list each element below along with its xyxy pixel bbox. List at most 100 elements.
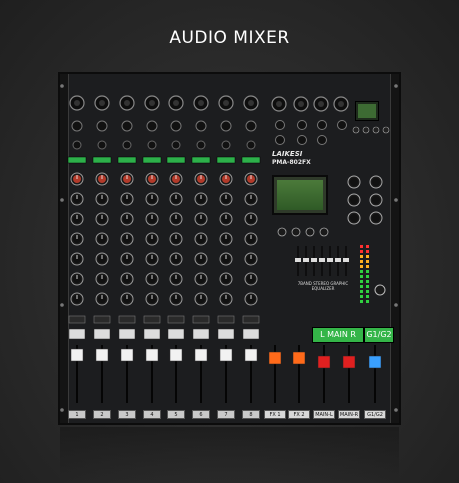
assign-button[interactable] — [217, 328, 235, 340]
assign-button[interactable] — [68, 328, 86, 340]
player-button[interactable] — [382, 126, 390, 134]
rack-screw — [394, 198, 398, 202]
insert-jack[interactable] — [171, 140, 181, 150]
mute-button[interactable] — [143, 315, 161, 324]
meter-led — [366, 300, 369, 303]
aux-jack[interactable] — [275, 135, 285, 145]
group-button[interactable]: G1/G2 — [364, 327, 394, 343]
eq-slider[interactable] — [335, 258, 341, 262]
mute-button[interactable] — [167, 315, 185, 324]
line-input-jack[interactable] — [245, 120, 257, 132]
aux-jack[interactable] — [275, 120, 285, 130]
mute-button[interactable] — [68, 315, 86, 324]
insert-jack[interactable] — [97, 140, 107, 150]
bus-fader[interactable] — [342, 355, 356, 369]
meter-led — [360, 300, 363, 303]
eq-slider[interactable] — [319, 258, 325, 262]
player-button[interactable] — [352, 126, 360, 134]
assign-button[interactable] — [93, 328, 111, 340]
insert-jack[interactable] — [196, 140, 206, 150]
bus-fader[interactable] — [268, 351, 282, 365]
line-input-jack[interactable] — [170, 120, 182, 132]
meter-led — [366, 255, 369, 258]
mute-button[interactable] — [217, 315, 235, 324]
channel-select-button[interactable] — [142, 156, 162, 164]
channel-label: 2 — [93, 410, 111, 419]
channel-select-button[interactable] — [166, 156, 186, 164]
assign-button[interactable] — [167, 328, 185, 340]
bus-fader[interactable] — [292, 351, 306, 365]
bus-label: MAIN-R — [338, 410, 360, 419]
meter-led — [366, 270, 369, 273]
assign-button[interactable] — [143, 328, 161, 340]
channel-fader[interactable] — [169, 348, 183, 362]
fx-knob[interactable] — [277, 227, 287, 237]
line-input-jack[interactable] — [71, 120, 83, 132]
master-knob-cap — [372, 214, 380, 222]
channel-fader[interactable] — [145, 348, 159, 362]
assign-button[interactable] — [242, 328, 260, 340]
line-input-jack[interactable] — [220, 120, 232, 132]
bus-fader[interactable] — [317, 355, 331, 369]
channel-select-button[interactable] — [216, 156, 236, 164]
fx-knob[interactable] — [305, 227, 315, 237]
insert-jack[interactable] — [246, 140, 256, 150]
rack-screw — [394, 303, 398, 307]
eq-slider[interactable] — [311, 258, 317, 262]
rack-screw — [60, 84, 64, 88]
fx-knob[interactable] — [319, 227, 329, 237]
insert-jack[interactable] — [221, 140, 231, 150]
channel-select-button[interactable] — [241, 156, 261, 164]
channel-select-button[interactable] — [92, 156, 112, 164]
bus-fader[interactable] — [368, 355, 382, 369]
mute-button[interactable] — [118, 315, 136, 324]
line-input-jack[interactable] — [195, 120, 207, 132]
eq-slider[interactable] — [343, 258, 349, 262]
mute-button[interactable] — [242, 315, 260, 324]
insert-jack[interactable] — [147, 140, 157, 150]
assign-button[interactable] — [118, 328, 136, 340]
eq-slider[interactable] — [327, 258, 333, 262]
insert-jack[interactable] — [72, 140, 82, 150]
channel-fader[interactable] — [194, 348, 208, 362]
bus-fader-track — [374, 345, 376, 403]
insert-jack[interactable] — [122, 140, 132, 150]
channel-label: 6 — [192, 410, 210, 419]
channel-fader[interactable] — [95, 348, 109, 362]
assign-button[interactable] — [192, 328, 210, 340]
channel-select-button[interactable] — [67, 156, 87, 164]
player-button[interactable] — [372, 126, 380, 134]
mute-button[interactable] — [93, 315, 111, 324]
rack-screw — [60, 303, 64, 307]
master-volume-knob[interactable] — [374, 284, 386, 296]
eq-slider[interactable] — [303, 258, 309, 262]
line-input-jack[interactable] — [146, 120, 158, 132]
channel-fader[interactable] — [120, 348, 134, 362]
channel-fader[interactable] — [70, 348, 84, 362]
output-jack-core — [318, 101, 324, 107]
line-input-jack[interactable] — [96, 120, 108, 132]
aux-jack[interactable] — [297, 120, 307, 130]
channel-fader[interactable] — [219, 348, 233, 362]
aux-jack[interactable] — [317, 120, 327, 130]
main-mix-button[interactable]: L MAIN R — [312, 327, 364, 343]
model-name: PMA-802FX — [272, 159, 311, 166]
fx-knob[interactable] — [291, 227, 301, 237]
output-jack-core — [298, 101, 304, 107]
channel-label: 8 — [242, 410, 260, 419]
master-knob-cap — [350, 178, 358, 186]
channel-select-button[interactable] — [117, 156, 137, 164]
eq-slider[interactable] — [295, 258, 301, 262]
channel-select-button[interactable] — [191, 156, 211, 164]
brand-block: LAIKESI PMA-802FX — [272, 150, 314, 168]
rack-screw — [60, 198, 64, 202]
mute-button[interactable] — [192, 315, 210, 324]
master-knob-cap — [372, 196, 380, 204]
line-input-jack[interactable] — [121, 120, 133, 132]
player-button[interactable] — [362, 126, 370, 134]
meter-led — [360, 290, 363, 293]
aux-jack[interactable] — [317, 135, 327, 145]
channel-fader[interactable] — [244, 348, 258, 362]
aux-jack[interactable] — [337, 120, 347, 130]
aux-jack[interactable] — [297, 135, 307, 145]
